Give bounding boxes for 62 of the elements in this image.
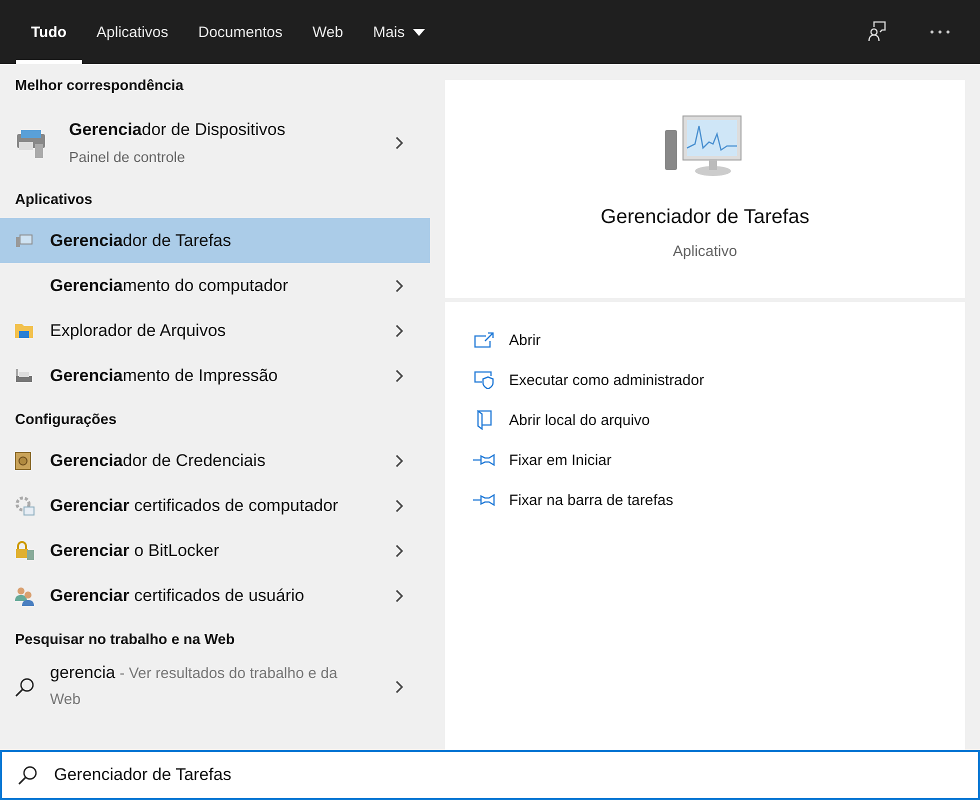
result-item[interactable]: Gerenciar certificados de computador bbox=[0, 483, 430, 528]
section-heading: Melhor correspondência bbox=[14, 77, 184, 96]
result-item[interactable]: Gerenciador de Credenciais bbox=[0, 438, 430, 483]
pin-icon bbox=[473, 494, 495, 506]
tab[interactable]: Tudo bbox=[16, 0, 82, 64]
monitor-icon bbox=[15, 234, 33, 248]
chevron-icon[interactable] bbox=[395, 324, 404, 338]
result-subtitle: Painel de controle bbox=[69, 150, 186, 166]
app-type: Aplicativo bbox=[672, 243, 738, 260]
result-item[interactable]: Gerenciamento do computador bbox=[0, 263, 430, 308]
result-title: Gerenciar o BitLocker bbox=[50, 540, 220, 562]
result-title: Gerenciador de Dispositivos bbox=[69, 120, 286, 140]
chevron-icon[interactable] bbox=[395, 278, 404, 292]
result-item[interactable]: Gerenciar certificados de usuário bbox=[0, 573, 430, 618]
section-heading: Aplicativos bbox=[14, 191, 94, 210]
action-item[interactable]: Abrir local do arquivo bbox=[473, 404, 937, 436]
printer-icon bbox=[15, 368, 33, 384]
result-item[interactable]: Gerenciar o BitLocker bbox=[0, 528, 430, 573]
tab[interactable]: Mais bbox=[358, 0, 440, 64]
section-heading: Configurações bbox=[14, 411, 118, 430]
action-item[interactable]: Fixar na barra de tarefas bbox=[473, 484, 937, 516]
result-title: Gerenciar certificados de usuário bbox=[50, 585, 306, 607]
shield-icon bbox=[473, 371, 495, 389]
app-title: Gerenciador de Tarefas bbox=[600, 206, 810, 229]
tab[interactable]: Web bbox=[297, 0, 358, 64]
result-item[interactable]: Gerenciador de Dispositivos Painel de controle bbox=[0, 104, 430, 178]
safe-icon bbox=[15, 452, 31, 470]
more-icon[interactable] bbox=[930, 30, 950, 34]
open-icon bbox=[473, 332, 495, 348]
folder-icon bbox=[15, 323, 33, 338]
tab[interactable]: Documentos bbox=[183, 0, 298, 64]
search-icon bbox=[18, 765, 38, 785]
users-icon bbox=[15, 586, 35, 606]
chevron-icon[interactable] bbox=[395, 680, 404, 694]
result-item[interactable]: Gerenciamento de Impressão bbox=[0, 353, 430, 398]
chevron-icon[interactable] bbox=[395, 368, 404, 382]
chevron-icon[interactable] bbox=[395, 544, 404, 558]
web-result-text: gerencia - Ver resultados do trabalho e da Web bbox=[50, 662, 338, 710]
chevron-icon[interactable] bbox=[395, 136, 404, 150]
search-icon bbox=[15, 676, 35, 696]
result-item[interactable]: gerencia - Ver resultados do trabalho e da Web bbox=[0, 658, 430, 715]
action-item[interactable]: Executar como administrador bbox=[473, 364, 937, 396]
pin-icon bbox=[473, 454, 495, 466]
result-title: Gerenciador de Tarefas bbox=[50, 230, 232, 252]
action-item[interactable]: Fixar em Iniciar bbox=[473, 444, 937, 476]
chevron-icon[interactable] bbox=[395, 454, 404, 468]
tab[interactable]: Aplicativos bbox=[82, 0, 184, 64]
gear-icon bbox=[15, 496, 35, 516]
result-item[interactable]: Gerenciador de Tarefas bbox=[0, 218, 430, 263]
result-title: Explorador de Arquivos bbox=[50, 320, 227, 342]
lock-icon bbox=[15, 540, 35, 560]
chevron-icon[interactable] bbox=[395, 498, 404, 512]
action-item[interactable]: Abrir bbox=[473, 324, 937, 356]
section-heading: Pesquisar no trabalho e na Web bbox=[14, 631, 236, 650]
result-title: Gerenciador de Credenciais bbox=[50, 450, 266, 472]
search-box[interactable]: Gerenciador de Tarefas bbox=[0, 750, 980, 800]
result-title: Gerenciar certificados de computador bbox=[50, 495, 340, 517]
result-title: Gerenciamento de Impressão bbox=[50, 365, 279, 387]
result-item[interactable]: Explorador de Arquivos bbox=[0, 308, 430, 353]
search-field[interactable]: Gerenciador de Tarefas bbox=[52, 764, 978, 786]
result-title: Gerenciamento do computador bbox=[50, 275, 290, 297]
chevron-icon[interactable] bbox=[395, 588, 404, 602]
